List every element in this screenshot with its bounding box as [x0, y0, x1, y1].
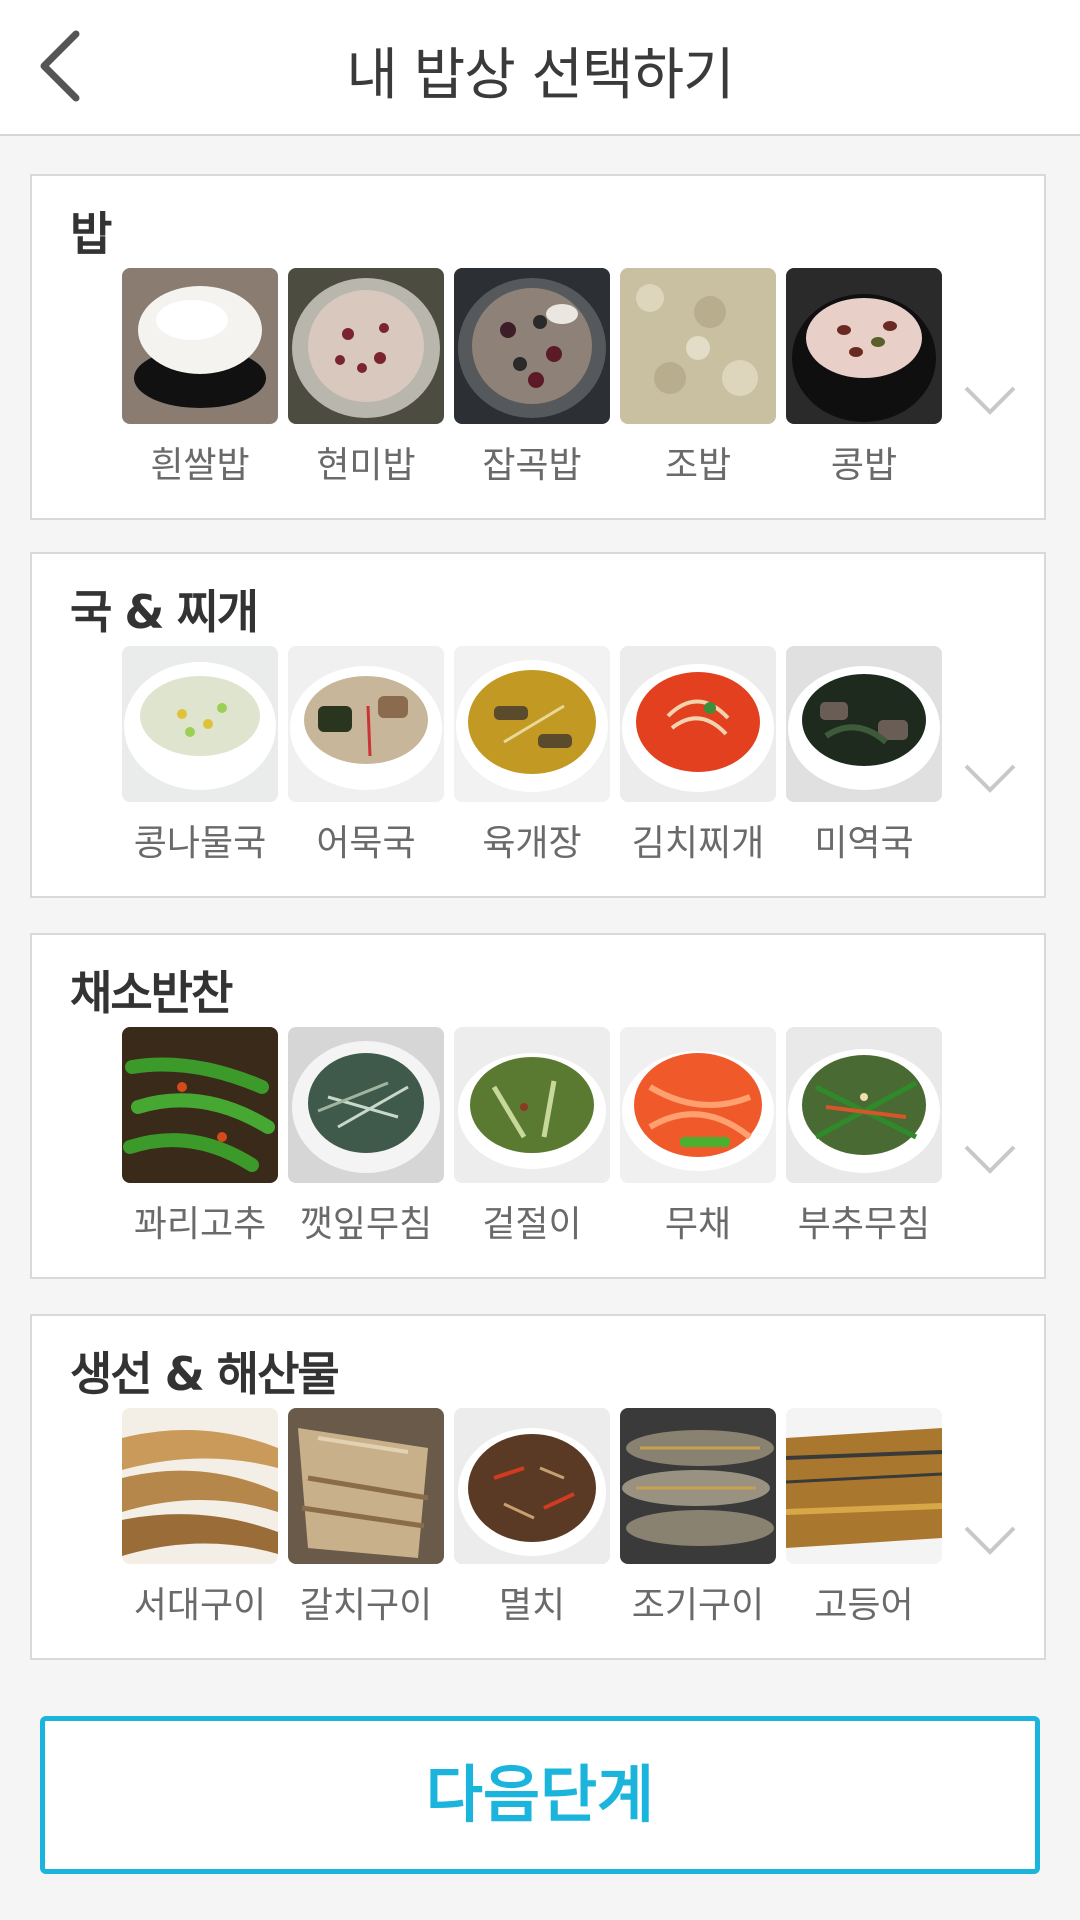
food-item-multigrain-rice[interactable]: 잡곡밥: [454, 268, 610, 498]
food-item-bean-rice[interactable]: 콩밥: [786, 268, 942, 498]
food-thumbnail: [288, 268, 444, 424]
food-item-list: 꽈리고추 깻잎무침 겉절이 무채 부추무침: [122, 1027, 942, 1257]
food-thumbnail: [454, 1027, 610, 1183]
food-thumbnail: [122, 1408, 278, 1564]
food-item-anchovy[interactable]: 멸치: [454, 1408, 610, 1638]
food-item-millet-rice[interactable]: 조밥: [620, 268, 776, 498]
section-title: 밥: [70, 207, 112, 261]
food-item-perilla-leaf[interactable]: 깻잎무침: [288, 1027, 444, 1257]
food-item-chive-salad[interactable]: 부추무침: [786, 1027, 942, 1257]
food-item-label: 부추무침: [797, 1204, 931, 1245]
food-thumbnail: [454, 1408, 610, 1564]
food-item-grilled-sole[interactable]: 서대구이: [122, 1408, 278, 1638]
food-thumbnail: [620, 268, 776, 424]
food-thumbnail: [122, 268, 278, 424]
food-item-kimchi-stew[interactable]: 김치찌개: [620, 646, 776, 876]
chevron-down-icon: [964, 386, 1016, 415]
food-item-mackerel[interactable]: 고등어: [786, 1408, 942, 1638]
food-item-label: 고등어: [814, 1585, 914, 1626]
food-thumbnail: [122, 1027, 278, 1183]
category-section-seafood: 생선 & 해산물 서대구이 갈치구이 멸치 조기구이 고등어: [30, 1314, 1046, 1660]
category-section-vegetable: 채소반찬 꽈리고추 깻잎무침 겉절이 무채 부추무침: [30, 933, 1046, 1279]
next-step-button[interactable]: 다음단계: [40, 1716, 1040, 1874]
expand-button[interactable]: [962, 1522, 1018, 1558]
category-section-soup: 국 & 찌개 콩나물국 어묵국 육개장 김치찌개 미역국: [30, 552, 1046, 898]
chevron-down-icon: [964, 1526, 1016, 1555]
food-thumbnail: [786, 1408, 942, 1564]
food-thumbnail: [454, 268, 610, 424]
food-thumbnail: [786, 646, 942, 802]
section-title: 채소반찬: [70, 966, 233, 1020]
food-item-geotjeori[interactable]: 겉절이: [454, 1027, 610, 1257]
chevron-down-icon: [964, 764, 1016, 793]
food-item-list: 서대구이 갈치구이 멸치 조기구이 고등어: [122, 1408, 942, 1638]
page-title: 내 밥상 선택하기: [346, 43, 734, 108]
food-item-fishcake-soup[interactable]: 어묵국: [288, 646, 444, 876]
food-thumbnail: [288, 1408, 444, 1564]
food-item-label: 콩밥: [830, 445, 898, 486]
food-thumbnail: [620, 646, 776, 802]
food-item-grilled-croaker[interactable]: 조기구이: [620, 1408, 776, 1638]
food-item-white-rice[interactable]: 흰쌀밥: [122, 268, 278, 498]
food-item-shishito-pepper[interactable]: 꽈리고추: [122, 1027, 278, 1257]
food-thumbnail: [288, 1027, 444, 1183]
food-thumbnail: [288, 646, 444, 802]
food-thumbnail: [786, 1027, 942, 1183]
food-item-grilled-hairtail[interactable]: 갈치구이: [288, 1408, 444, 1638]
food-item-radish-salad[interactable]: 무채: [620, 1027, 776, 1257]
section-title: 생선 & 해산물: [70, 1347, 340, 1401]
food-thumbnail: [122, 646, 278, 802]
food-thumbnail: [620, 1408, 776, 1564]
expand-button[interactable]: [962, 1141, 1018, 1177]
section-title: 국 & 찌개: [70, 585, 259, 639]
category-section-rice: 밥 흰쌀밥 현미밥 잡곡밥 조밥 콩밥: [30, 174, 1046, 520]
expand-button[interactable]: [962, 760, 1018, 796]
food-thumbnail: [454, 646, 610, 802]
food-thumbnail: [786, 268, 942, 424]
food-item-brown-rice[interactable]: 현미밥: [288, 268, 444, 498]
expand-button[interactable]: [962, 382, 1018, 418]
food-item-label: 미역국: [814, 823, 914, 864]
food-item-seaweed-soup[interactable]: 미역국: [786, 646, 942, 876]
food-thumbnail: [620, 1027, 776, 1183]
chevron-down-icon: [964, 1145, 1016, 1174]
food-item-spicy-beef-soup[interactable]: 육개장: [454, 646, 610, 876]
food-item-list: 콩나물국 어묵국 육개장 김치찌개 미역국: [122, 646, 942, 876]
app-header: 내 밥상 선택하기: [0, 0, 1080, 136]
food-item-bean-sprout-soup[interactable]: 콩나물국: [122, 646, 278, 876]
food-item-list: 흰쌀밥 현미밥 잡곡밥 조밥 콩밥: [122, 268, 942, 498]
